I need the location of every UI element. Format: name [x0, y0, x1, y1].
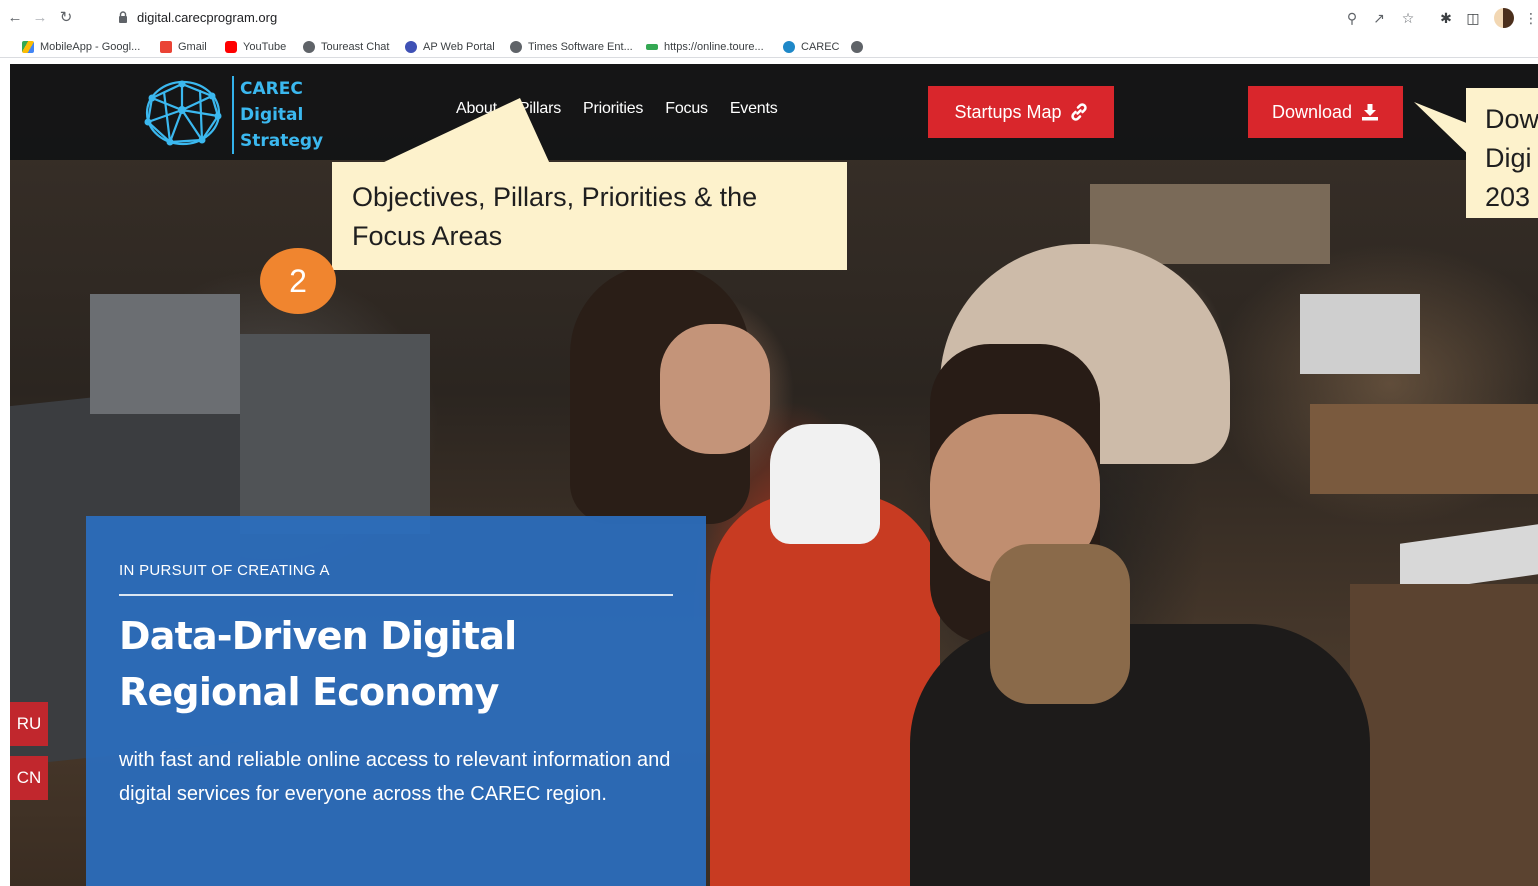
network-globe-icon — [144, 80, 222, 146]
globe-icon — [303, 41, 315, 53]
logo-wordmark: CAREC Digital Strategy — [232, 76, 323, 154]
hero-kicker: IN PURSUIT OF CREATING A — [119, 562, 330, 579]
bookmarks-bar: MobileApp - Googl... Gmail YouTube Toure… — [0, 36, 1538, 58]
bookmark-globe[interactable] — [851, 39, 869, 55]
address-bar[interactable]: digital.carecprogram.org — [137, 10, 277, 25]
extensions-icon[interactable]: ✱ — [1437, 9, 1455, 27]
profile-avatar[interactable] — [1494, 8, 1514, 28]
reload-icon[interactable]: ↻ — [57, 9, 75, 27]
portal-icon — [405, 41, 417, 53]
drive-icon — [22, 41, 34, 53]
language-ru-button[interactable]: RU — [10, 702, 48, 746]
nav-focus[interactable]: Focus — [665, 100, 708, 118]
bookmark-online-toureast[interactable]: https://online.toure... — [646, 39, 764, 55]
step-number-badge: 2 — [260, 248, 336, 314]
link-icon — [1070, 103, 1087, 121]
bookmark-mobileapp[interactable]: MobileApp - Googl... — [22, 39, 140, 55]
nav-events[interactable]: Events — [730, 100, 778, 118]
globe-icon — [510, 41, 522, 53]
gmail-icon — [160, 41, 172, 53]
download-callout-pointer — [1414, 102, 1474, 160]
bookmark-toureast-chat[interactable]: Toureast Chat — [303, 39, 389, 55]
focus-areas-callout: Objectives, Pillars, Priorities & the Fo… — [332, 162, 847, 270]
site-header: CAREC Digital Strategy About Pillars Pri… — [10, 64, 1538, 160]
back-icon[interactable]: ← — [6, 9, 24, 27]
bookmark-gmail[interactable]: Gmail — [160, 39, 207, 55]
carec-icon — [783, 41, 795, 53]
startups-map-button[interactable]: Startups Map — [928, 86, 1114, 138]
zoom-icon[interactable]: ⚲ — [1343, 9, 1361, 27]
download-button[interactable]: Download — [1248, 86, 1403, 138]
menu-kebab-icon[interactable]: ⋮ — [1522, 9, 1538, 27]
plane-icon — [646, 44, 658, 50]
bookmark-carec[interactable]: CAREC — [783, 39, 840, 55]
globe-icon — [851, 41, 863, 53]
hero-headline: Data-Driven Digital Regional Economy — [119, 614, 517, 714]
download-callout: Dow Digi 203 — [1466, 88, 1538, 218]
webpage-viewport: CAREC Digital Strategy About Pillars Pri… — [10, 64, 1538, 886]
share-icon[interactable]: ↗ — [1370, 9, 1388, 27]
carec-digital-strategy-logo[interactable]: CAREC Digital Strategy — [142, 74, 323, 154]
bookmark-star-icon[interactable]: ☆ — [1399, 9, 1417, 27]
lock-icon[interactable] — [118, 11, 128, 24]
language-cn-button[interactable]: CN — [10, 756, 48, 800]
forward-icon[interactable]: → — [31, 9, 49, 27]
hero-description: with fast and reliable online access to … — [119, 749, 671, 805]
youtube-icon — [225, 41, 237, 53]
nav-priorities[interactable]: Priorities — [583, 100, 643, 118]
side-panel-icon[interactable]: ◫ — [1464, 9, 1482, 27]
bookmark-ap-web-portal[interactable]: AP Web Portal — [405, 39, 495, 55]
bookmark-times-software[interactable]: Times Software Ent... — [510, 39, 633, 55]
hero-divider — [119, 594, 673, 596]
bookmark-youtube[interactable]: YouTube — [225, 39, 286, 55]
hero-card: IN PURSUIT OF CREATING A Data-Driven Dig… — [86, 516, 706, 886]
download-icon — [1362, 104, 1379, 121]
browser-toolbar: ← → ↻ digital.carecprogram.org ⚲ ↗ ☆ ✱ ◫… — [0, 0, 1538, 36]
callout-pointer — [380, 98, 550, 164]
